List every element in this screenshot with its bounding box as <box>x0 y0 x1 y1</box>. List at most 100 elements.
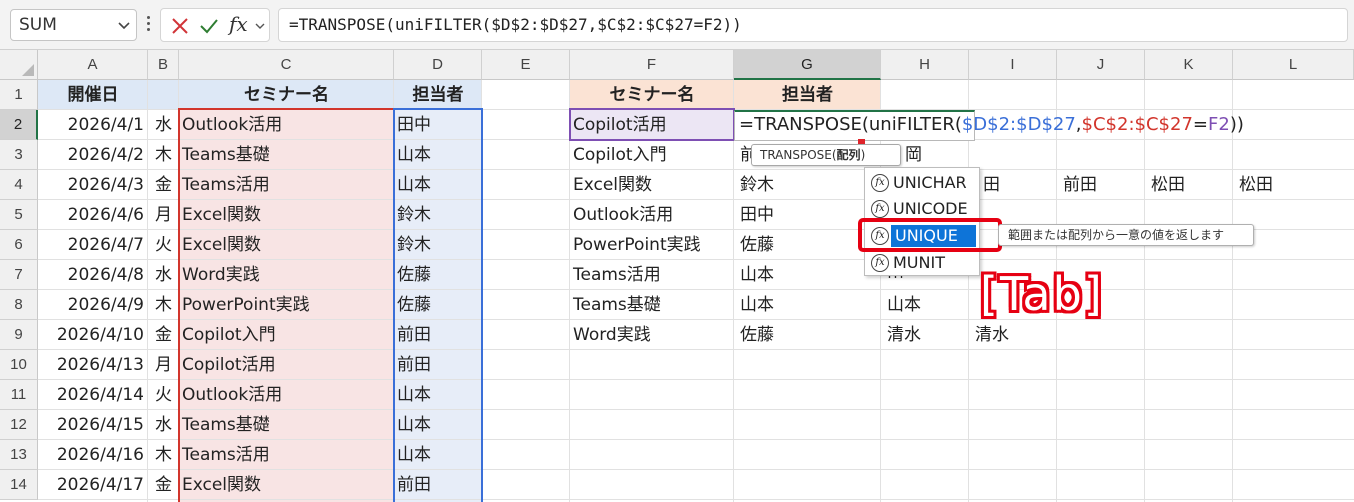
cell-date[interactable]: 2026/4/16 <box>38 440 148 470</box>
row-header-11[interactable]: 11 <box>0 380 38 410</box>
in-cell-editor[interactable]: =TRANSPOSE(uniFILTER($D$2:$D$27,$C$2:$C$… <box>734 110 1244 141</box>
cell-person[interactable]: 佐藤 <box>394 260 482 290</box>
cell-day[interactable]: 木 <box>148 290 179 320</box>
cell-date[interactable]: 2026/4/7 <box>38 230 148 260</box>
row-header-13[interactable]: 13 <box>0 440 38 470</box>
cell-person[interactable]: 田中 <box>394 110 482 140</box>
cell-seminar[interactable]: Excel関数 <box>179 470 394 500</box>
cell-seminar[interactable]: Copilot活用 <box>179 350 394 380</box>
header-person[interactable]: 担当者 <box>394 80 482 110</box>
row-header-4[interactable]: 4 <box>0 170 38 200</box>
select-all-corner[interactable] <box>0 50 38 80</box>
row-header-2[interactable]: 2 <box>0 110 38 140</box>
cell-date[interactable]: 2026/4/1 <box>38 110 148 140</box>
cell-person[interactable]: 前田 <box>394 350 482 380</box>
cell-seminar[interactable]: Outlook活用 <box>179 110 394 140</box>
result-person-h[interactable]: 岡 <box>902 140 942 170</box>
result-person-k[interactable]: 松田 <box>1148 170 1236 200</box>
result-seminar[interactable]: Copilot入門 <box>570 140 734 170</box>
result-person-i[interactable]: 田 <box>980 170 1020 200</box>
cell-date[interactable]: 2026/4/10 <box>38 320 148 350</box>
cell-person[interactable]: 山本 <box>394 170 482 200</box>
chevron-down-icon[interactable] <box>118 22 130 30</box>
column-header-l[interactable]: L <box>1233 50 1354 80</box>
row-header-9[interactable]: 9 <box>0 320 38 350</box>
cell-date[interactable]: 2026/4/6 <box>38 200 148 230</box>
cell-seminar[interactable]: Teams基礎 <box>179 140 394 170</box>
cell-day[interactable]: 金 <box>148 320 179 350</box>
row-header-5[interactable]: 5 <box>0 200 38 230</box>
cell-seminar[interactable]: Word実践 <box>179 260 394 290</box>
cell-seminar[interactable]: Excel関数 <box>179 230 394 260</box>
formula-input[interactable]: =TRANSPOSE(uniFILTER($D$2:$D$27,$C$2:$C$… <box>278 8 1348 42</box>
result-person-g[interactable]: 鈴木 <box>737 170 825 200</box>
column-header-h[interactable]: H <box>881 50 969 80</box>
cell-day[interactable]: 木 <box>148 140 179 170</box>
column-header-j[interactable]: J <box>1057 50 1145 80</box>
cell-date[interactable]: 2026/4/3 <box>38 170 148 200</box>
column-header-f[interactable]: F <box>570 50 734 80</box>
cell-day[interactable]: 火 <box>148 230 179 260</box>
cell-date[interactable]: 2026/4/13 <box>38 350 148 380</box>
cell-date[interactable]: 2026/4/8 <box>38 260 148 290</box>
cell-day[interactable]: 金 <box>148 170 179 200</box>
result-person-g[interactable]: 山本 <box>737 260 825 290</box>
enter-check-icon[interactable] <box>199 17 219 35</box>
cell-person[interactable]: 山本 <box>394 410 482 440</box>
column-header-a[interactable]: A <box>38 50 148 80</box>
result-person-g[interactable]: 田中 <box>737 200 825 230</box>
result-header-seminar[interactable]: セミナー名 <box>570 80 734 110</box>
cell-person[interactable]: 山本 <box>394 440 482 470</box>
cell-date[interactable]: 2026/4/15 <box>38 410 148 440</box>
result-seminar[interactable]: PowerPoint実践 <box>570 230 734 260</box>
cell-seminar[interactable]: Teams活用 <box>179 170 394 200</box>
result-person-i[interactable]: 清水 <box>972 320 1060 350</box>
cell-person[interactable]: 山本 <box>394 380 482 410</box>
cell-person[interactable]: 鈴木 <box>394 230 482 260</box>
cell-day[interactable]: 金 <box>148 470 179 500</box>
cell-day[interactable]: 水 <box>148 110 179 140</box>
cell-day[interactable]: 木 <box>148 440 179 470</box>
cell-person[interactable]: 前田 <box>394 320 482 350</box>
column-header-c[interactable]: C <box>179 50 394 80</box>
result-seminar[interactable]: Word実践 <box>570 320 734 350</box>
insert-function-icon[interactable]: fx <box>229 12 248 36</box>
result-person-g[interactable]: 山本 <box>737 290 825 320</box>
autocomplete-item-unichar[interactable]: fx UNICHAR <box>866 170 978 196</box>
result-seminar[interactable]: Teams基礎 <box>570 290 734 320</box>
cell-person[interactable]: 佐藤 <box>394 290 482 320</box>
column-header-e[interactable]: E <box>482 50 570 80</box>
more-vert-icon[interactable] <box>146 14 152 36</box>
result-person-l[interactable]: 松田 <box>1236 170 1324 200</box>
column-header-k[interactable]: K <box>1145 50 1233 80</box>
row-header-10[interactable]: 10 <box>0 350 38 380</box>
cell-day[interactable]: 水 <box>148 260 179 290</box>
row-header-3[interactable]: 3 <box>0 140 38 170</box>
row-header-7[interactable]: 7 <box>0 260 38 290</box>
cell-day[interactable]: 月 <box>148 350 179 380</box>
cell-day[interactable]: 水 <box>148 410 179 440</box>
column-header-b[interactable]: B <box>148 50 179 80</box>
cell-day[interactable]: 月 <box>148 200 179 230</box>
cell-seminar[interactable]: Teams活用 <box>179 440 394 470</box>
column-header-d[interactable]: D <box>394 50 482 80</box>
cancel-x-icon[interactable] <box>171 17 189 35</box>
result-seminar[interactable]: Teams活用 <box>570 260 734 290</box>
result-person-h[interactable]: 山本 <box>884 290 972 320</box>
result-seminar[interactable]: Excel関数 <box>570 170 734 200</box>
cell-person[interactable]: 前田 <box>394 470 482 500</box>
cell-seminar[interactable]: Teams基礎 <box>179 410 394 440</box>
row-header-1[interactable]: 1 <box>0 80 38 110</box>
column-header-i[interactable]: I <box>969 50 1057 80</box>
name-box[interactable]: SUM <box>10 9 137 41</box>
cell-date[interactable]: 2026/4/17 <box>38 470 148 500</box>
cell-day[interactable]: 火 <box>148 380 179 410</box>
header-date[interactable]: 開催日 <box>38 80 148 110</box>
autocomplete-item-munit[interactable]: fx MUNIT <box>866 250 978 276</box>
result-seminar[interactable]: Copilot活用 <box>570 110 734 140</box>
cell-date[interactable]: 2026/4/14 <box>38 380 148 410</box>
result-person-g[interactable]: 佐藤 <box>737 230 825 260</box>
result-seminar[interactable]: Outlook活用 <box>570 200 734 230</box>
row-header-6[interactable]: 6 <box>0 230 38 260</box>
cell-person[interactable]: 鈴木 <box>394 200 482 230</box>
